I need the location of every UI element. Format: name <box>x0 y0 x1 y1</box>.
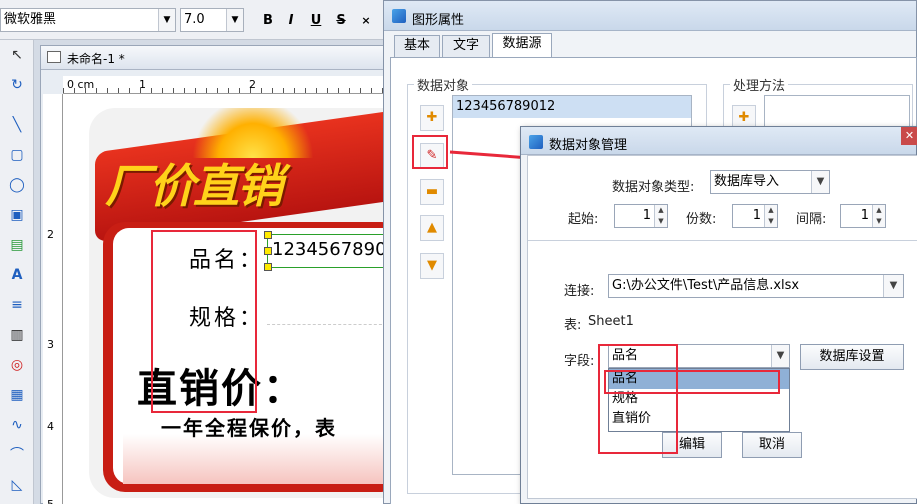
line-tool-icon[interactable]: ╲ <box>6 114 28 136</box>
field-label: 字段: <box>564 354 595 369</box>
pointer-tool-icon[interactable]: ↖ <box>6 44 28 66</box>
start-input[interactable]: 1 ▲ ▼ <box>614 204 668 228</box>
picture-tool-icon[interactable]: ▤ <box>6 234 28 256</box>
resize-handle[interactable] <box>264 247 272 255</box>
rotate-tool-icon[interactable]: ↻ <box>6 74 28 96</box>
ruler-horizontal: 0 cm 1 2 <box>63 76 386 94</box>
ruler-label: 5 <box>47 498 54 504</box>
field-name-value: 12345678901 <box>272 239 386 260</box>
slogan-text: 一年全程保价，表 <box>161 416 337 440</box>
processing-legend: 处理方法 <box>730 75 789 94</box>
cancel-button[interactable]: 取消 <box>742 432 802 458</box>
image-tool-icon[interactable]: ▣ <box>6 204 28 226</box>
data-object-body: 数据对象类型: 数据库导入 ▼ 起始: 1 ▲ ▼ 份数: 1 ▲ ▼ 间隔: 1 … <box>527 155 917 499</box>
qrcode-tool-icon[interactable]: ◎ <box>6 354 28 376</box>
selected-text-object[interactable]: 12345678901 <box>264 231 386 271</box>
copies-value: 1 <box>752 208 761 223</box>
remove-object-button[interactable]: ▬ <box>420 179 444 205</box>
tab-basic[interactable]: 基本 <box>394 35 440 57</box>
divider <box>528 240 917 241</box>
list-item[interactable]: 123456789012 <box>453 96 691 118</box>
data-object-titlebar[interactable]: 数据对象管理 <box>521 127 916 155</box>
properties-titlebar[interactable]: 图形属性 <box>384 1 916 31</box>
table-tool-icon[interactable]: ▦ <box>6 384 28 406</box>
tab-datasource[interactable]: 数据源 <box>492 33 552 58</box>
chevron-down-icon[interactable]: ▼ <box>158 9 175 31</box>
document-icon <box>47 51 61 63</box>
strike-button[interactable]: S <box>331 10 351 32</box>
tool-strip: ↖ ↻ ╲ ▢ ◯ ▣ ▤ A ≡ ▥ ◎ ▦ ∿ ⌒ ◺ <box>0 40 34 504</box>
spinner-icon[interactable]: ▲ ▼ <box>654 205 667 227</box>
bold-button[interactable]: B <box>258 10 278 32</box>
underline-button[interactable]: U <box>306 10 326 32</box>
move-up-button[interactable]: ▲ <box>420 215 444 241</box>
interval-value: 1 <box>860 208 869 223</box>
chevron-down-icon[interactable]: ▼ <box>226 9 243 31</box>
annotation-box <box>598 344 678 454</box>
data-object-title: 数据对象管理 <box>549 138 628 153</box>
polygon-tool-icon[interactable]: ◺ <box>6 474 28 496</box>
table-label: 表: <box>564 318 582 333</box>
copies-label: 份数: <box>686 212 717 227</box>
rectangle-tool-icon[interactable]: ▢ <box>6 144 28 166</box>
chevron-down-icon[interactable]: ▼ <box>771 345 789 367</box>
subscript-icon[interactable]: × <box>356 10 376 32</box>
barcode-tool-icon[interactable]: ▥ <box>6 324 28 346</box>
connection-combo[interactable]: G:\办公文件\Test\产品信息.xlsx ▼ <box>608 274 904 298</box>
document-title: 未命名-1 * <box>67 52 125 66</box>
app-icon <box>392 9 406 23</box>
interval-input[interactable]: 1 ▲ ▼ <box>840 204 886 228</box>
connection-label: 连接: <box>564 284 595 299</box>
interval-label: 间隔: <box>796 212 827 227</box>
object-type-value: 数据库导入 <box>714 174 780 189</box>
db-settings-button[interactable]: 数据库设置 <box>800 344 904 370</box>
curve-tool-icon[interactable]: ∿ <box>6 414 28 436</box>
table-value: Sheet1 <box>588 314 634 329</box>
ruler-label: 4 <box>47 420 54 433</box>
properties-title: 图形属性 <box>412 13 465 28</box>
font-name-value: 微软雅黑 <box>4 12 57 27</box>
document-window: 未命名-1 * 0 cm 1 2 2 3 4 5 厂价直销 品名： 123456… <box>40 45 386 504</box>
ruler-label: 3 <box>47 338 54 351</box>
annotation-box <box>151 230 257 413</box>
close-icon[interactable]: ✕ <box>901 127 917 145</box>
label-canvas[interactable]: 厂价直销 品名： 12345678901 规格： 直销价： 一年全程保价，表 <box>63 94 386 504</box>
resize-handle[interactable] <box>264 263 272 271</box>
arc-tool-icon[interactable]: ⌒ <box>6 444 28 466</box>
font-size-value: 7.0 <box>184 12 205 27</box>
italic-button[interactable]: I <box>281 10 301 32</box>
resize-handle[interactable] <box>264 231 272 239</box>
label-footer-fade <box>123 434 386 484</box>
ruler-vertical: 2 3 4 5 <box>43 94 63 504</box>
app-icon <box>529 135 543 149</box>
tab-text[interactable]: 文字 <box>442 35 490 57</box>
start-label: 起始: <box>568 212 599 227</box>
move-down-button[interactable]: ▼ <box>420 253 444 279</box>
object-type-label: 数据对象类型: <box>612 180 695 195</box>
ellipse-tool-icon[interactable]: ◯ <box>6 174 28 196</box>
spinner-icon[interactable]: ▲ ▼ <box>872 205 885 227</box>
chevron-down-icon[interactable]: ▼ <box>811 171 829 193</box>
annotation-box <box>604 370 780 394</box>
connection-value: G:\办公文件\Test\产品信息.xlsx <box>612 278 800 293</box>
data-object-legend: 数据对象 <box>414 75 473 94</box>
object-type-combo[interactable]: 数据库导入 ▼ <box>710 170 830 194</box>
rich-text-tool-icon[interactable]: ≡ <box>6 294 28 316</box>
ruler-ticks <box>63 88 386 93</box>
add-object-button[interactable]: ✚ <box>420 105 444 131</box>
start-value: 1 <box>642 208 651 223</box>
spinner-icon[interactable]: ▲ ▼ <box>764 205 777 227</box>
banner-text: 厂价直销 <box>105 159 283 213</box>
spec-underline <box>267 324 386 325</box>
data-object-dialog: 数据对象管理 数据对象类型: 数据库导入 ▼ 起始: 1 ▲ ▼ 份数: 1 ▲ ▼… <box>520 126 917 504</box>
font-size-combo[interactable]: 7.0 ▼ <box>180 8 244 32</box>
chevron-down-icon[interactable]: ▼ <box>883 275 903 297</box>
text-tool-icon[interactable]: A <box>6 264 28 286</box>
document-tab[interactable]: 未命名-1 * <box>41 46 386 70</box>
font-name-combo[interactable]: 微软雅黑 ▼ <box>0 8 176 32</box>
ruler-label: 2 <box>47 228 54 241</box>
copies-input[interactable]: 1 ▲ ▼ <box>732 204 778 228</box>
